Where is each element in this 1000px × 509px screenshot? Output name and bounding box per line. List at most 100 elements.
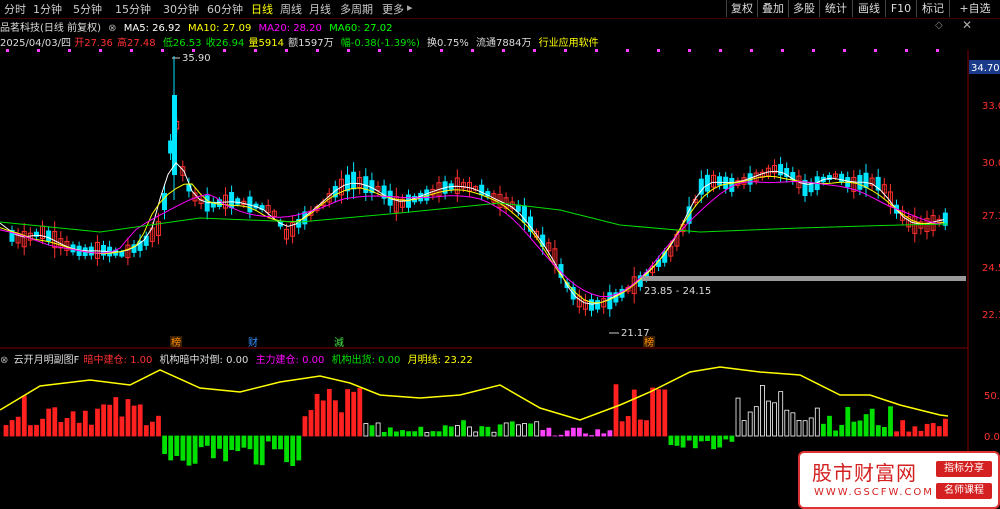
- indicator-bar: [645, 421, 649, 436]
- sub-settings-icon[interactable]: ⊗: [0, 355, 8, 366]
- candle: [590, 300, 594, 310]
- indicator-bar: [89, 425, 93, 436]
- indicator-bar: [333, 401, 337, 436]
- indicator-bar: [742, 421, 746, 436]
- indicator-bar: [449, 427, 453, 436]
- indicator-bar: [651, 388, 655, 436]
- indicator-bar: [59, 422, 63, 436]
- indicator-bar: [230, 436, 234, 450]
- event-marker-reduce[interactable]: 減: [334, 336, 344, 349]
- indicator-bar: [425, 433, 429, 436]
- top-marker-dot: [688, 49, 691, 52]
- price-tick-24: 24.5: [982, 263, 1000, 274]
- top-marker-dot: [874, 49, 877, 52]
- watermark-logo: 股市财富网 WWW.GSCFW.COM 指标分享 名师课程: [798, 451, 1000, 509]
- indicator-bar: [754, 407, 758, 436]
- indicator-bar: [943, 419, 947, 436]
- top-marker-dot: [130, 49, 133, 52]
- watermark-title: 股市财富网: [812, 457, 917, 486]
- indicator-bar: [523, 423, 527, 436]
- indicator-bar: [815, 408, 819, 436]
- indicator-bar: [401, 430, 405, 436]
- legend-hidden-build: 暗中建仓: 1.00: [84, 355, 153, 366]
- indicator-bar: [468, 427, 472, 436]
- indicator-bar: [254, 436, 258, 464]
- indicator-bar: [602, 434, 606, 436]
- top-marker-dot: [905, 49, 908, 52]
- top-marker-dot: [626, 49, 629, 52]
- kline-chart[interactable]: 35.90 21.17 23.85 - 24.15 33.0 30.0 27.3…: [0, 0, 1000, 508]
- candle: [596, 301, 600, 309]
- indicator-bar: [96, 409, 100, 436]
- legend-inst-sell: 机构出货: 0.00: [332, 355, 401, 366]
- indicator-bar: [712, 436, 716, 449]
- indicator-bar: [150, 422, 154, 436]
- sub-tick-50: 50.0: [984, 391, 1000, 402]
- indicator-bar: [242, 436, 246, 447]
- top-marker-dot: [68, 49, 71, 52]
- indicator-bar: [736, 398, 740, 436]
- indicator-bar: [657, 390, 661, 436]
- indicator-bar: [303, 417, 307, 436]
- indicator-bar: [352, 392, 356, 436]
- indicator-bar: [931, 423, 935, 436]
- indicator-bar: [443, 426, 447, 436]
- indicator-bar: [53, 408, 57, 436]
- indicator-bar: [394, 432, 398, 436]
- indicator-bar: [138, 405, 142, 436]
- indicator-bar: [828, 416, 832, 436]
- indicator-bar: [626, 416, 630, 436]
- indicator-bar: [529, 424, 533, 436]
- indicator-bar: [913, 427, 917, 436]
- indicator-bar: [285, 436, 289, 462]
- indicator-bar: [809, 418, 813, 436]
- indicator-bar: [28, 426, 32, 436]
- price-tick-27: 27.3: [982, 211, 1000, 222]
- top-marker-dot: [285, 49, 288, 52]
- indicator-bar: [10, 421, 14, 436]
- indicator-bar: [65, 418, 69, 436]
- indicator-bar: [22, 396, 26, 436]
- top-marker-dot: [37, 49, 40, 52]
- indicator-bar: [937, 427, 941, 436]
- indicator-bar: [47, 409, 51, 436]
- indicator-bar: [309, 410, 313, 436]
- indicator-bar: [840, 425, 844, 436]
- indicator-bar: [181, 436, 185, 460]
- indicator-bar: [773, 403, 777, 436]
- candle: [718, 177, 722, 185]
- indicator-bar: [541, 430, 545, 436]
- top-marker-dot: [533, 49, 536, 52]
- candle: [236, 199, 240, 204]
- indicator-bar: [901, 421, 905, 436]
- indicator-bar: [870, 409, 874, 436]
- indicator-bar: [340, 413, 344, 436]
- indicator-bar: [388, 428, 392, 436]
- top-marker-dot: [409, 49, 412, 52]
- indicator-bar: [504, 423, 508, 436]
- event-marker-bang-1[interactable]: 榜: [171, 336, 181, 349]
- indicator-bar: [882, 427, 886, 436]
- indicator-bar: [218, 436, 222, 448]
- candle: [516, 205, 520, 211]
- event-marker-bang-2[interactable]: 榜: [644, 336, 654, 349]
- indicator-bar: [571, 428, 575, 436]
- indicator-bar: [193, 436, 197, 463]
- indicator-bar: [364, 424, 368, 436]
- top-marker-dot: [161, 49, 164, 52]
- indicator-bar: [565, 431, 569, 436]
- watermark-tag-course: 名师课程: [936, 483, 992, 499]
- indicator-bar: [584, 434, 588, 436]
- indicator-bar: [516, 425, 520, 436]
- indicator-bar: [474, 432, 478, 436]
- indicator-bar: [834, 431, 838, 436]
- price-tick-33: 33.0: [982, 101, 1000, 112]
- indicator-bar: [41, 419, 45, 436]
- indicator-bar: [413, 432, 417, 436]
- ma60-line: [0, 203, 948, 232]
- indicator-bar: [663, 390, 667, 436]
- indicator-bar: [370, 426, 374, 436]
- event-marker-finance[interactable]: 财: [248, 336, 258, 349]
- indicator-bar: [236, 436, 240, 451]
- legend-main-build: 主力建仓: 0.00: [256, 355, 325, 366]
